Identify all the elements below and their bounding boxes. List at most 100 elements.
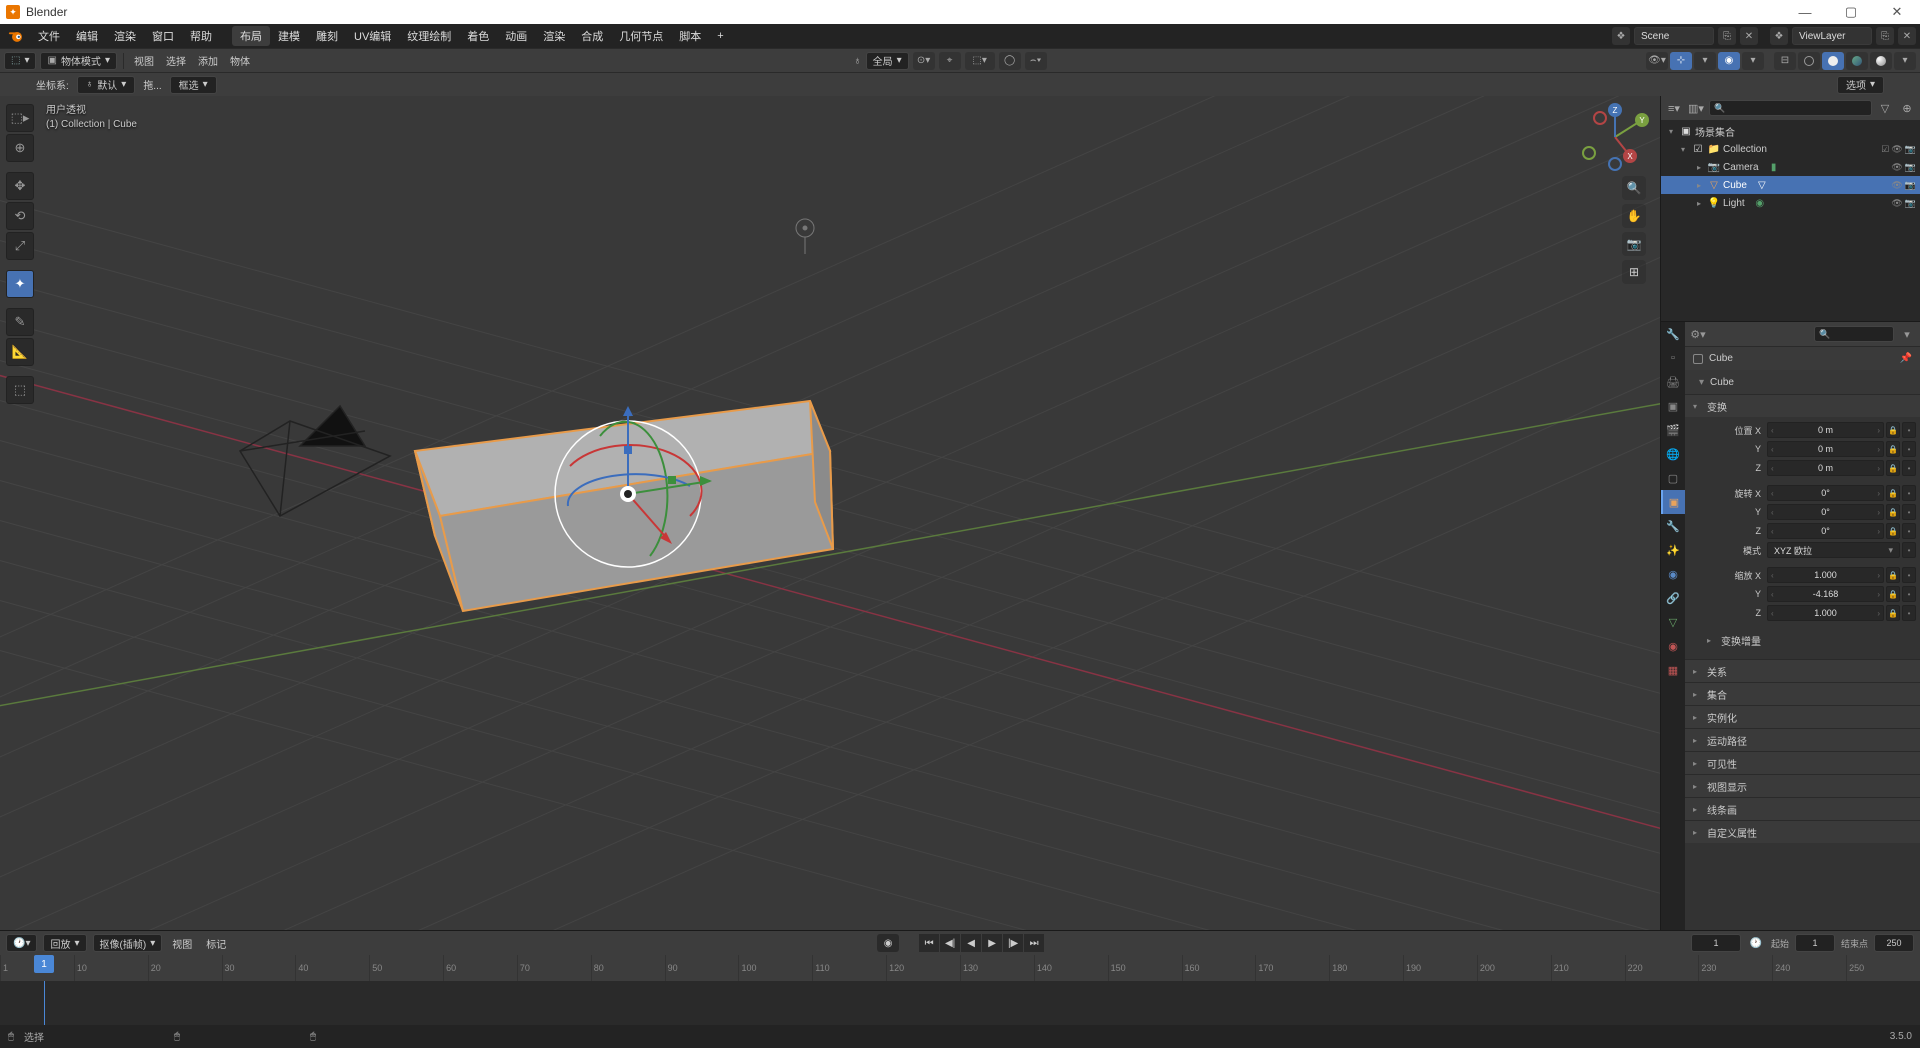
orientation-dropdown[interactable]: 全局 ▾	[866, 52, 909, 70]
keying-dropdown[interactable]: 抠像(插帧) ▾	[93, 934, 163, 952]
workspace-tab-compositing[interactable]: 合成	[573, 26, 611, 46]
current-frame-field[interactable]: 1	[1691, 934, 1741, 952]
tool-add-cube[interactable]: ⬚	[6, 376, 34, 404]
header-menu-add[interactable]: 添加	[194, 53, 222, 68]
jump-start-icon[interactable]: ⏮	[919, 934, 939, 952]
drag-dropdown[interactable]: 框选 ▾	[170, 76, 217, 94]
proptab-viewlayer[interactable]: ▣	[1661, 394, 1685, 418]
datablock-name[interactable]: Cube	[1710, 377, 1734, 388]
tool-transform[interactable]: ✦	[6, 270, 34, 298]
proptab-modifiers[interactable]: 🔧	[1661, 514, 1685, 538]
playback-dropdown[interactable]: 回放 ▾	[43, 934, 86, 952]
workspace-tab-uv[interactable]: UV编辑	[346, 26, 399, 46]
header-menu-object[interactable]: 物体	[226, 53, 254, 68]
panel-transform-header[interactable]: ▾变换	[1685, 395, 1920, 417]
play-icon[interactable]: ▶	[982, 934, 1002, 952]
overlays-toggle[interactable]: ◉	[1718, 52, 1740, 70]
workspace-tab-modeling[interactable]: 建模	[270, 26, 308, 46]
proptab-tool[interactable]: 🔧	[1661, 322, 1685, 346]
workspace-tab-layout[interactable]: 布局	[232, 26, 270, 46]
axis-gizmo[interactable]: Z Y X	[1580, 102, 1650, 172]
proptab-collection[interactable]: ▢	[1661, 466, 1685, 490]
jump-end-icon[interactable]: ⏭	[1024, 934, 1044, 952]
keyframe-dot-icon[interactable]: •	[1902, 422, 1916, 438]
workspace-tab-script[interactable]: 脚本	[671, 26, 709, 46]
snap-toggle[interactable]: ⌖	[939, 52, 961, 70]
panel-lineart[interactable]: ▸线条画	[1685, 798, 1920, 820]
header-menu-view[interactable]: 视图	[130, 53, 158, 68]
keyframe-next-icon[interactable]: |▶	[1003, 934, 1023, 952]
properties-editor-type-icon[interactable]: ⚙▾	[1689, 328, 1707, 341]
3d-viewport[interactable]: ⬚▸ ⊕ ✥ ⟲ ⤢ ✦ ✎ 📐 ⬚ 用户透视 (1) Collection |…	[0, 96, 1660, 930]
timeline-menu-view[interactable]: 视图	[168, 936, 196, 951]
tool-cursor[interactable]: ⊕	[6, 134, 34, 162]
outliner-camera[interactable]: ▸📷Camera▮👁📷	[1661, 158, 1920, 176]
tool-select[interactable]: ⬚▸	[6, 104, 34, 132]
workspace-add-button[interactable]: +	[709, 28, 731, 44]
rotation-z-field[interactable]: 0°	[1767, 523, 1884, 539]
options-button[interactable]: 选项 ▾	[1837, 76, 1884, 94]
scene-name-field[interactable]: Scene	[1634, 27, 1714, 45]
workspace-tab-sculpt[interactable]: 雕刻	[308, 26, 346, 46]
proptab-physics[interactable]: ◉	[1661, 562, 1685, 586]
tool-move[interactable]: ✥	[6, 172, 34, 200]
editor-type-dropdown[interactable]: ⬚▾	[4, 52, 36, 70]
overlays-dropdown[interactable]: ▾	[1742, 52, 1764, 70]
outliner-editor-type-icon[interactable]: ≡▾	[1665, 99, 1683, 117]
workspace-tab-rendering[interactable]: 渲染	[535, 26, 573, 46]
outliner-root[interactable]: ▾▣场景集合	[1661, 122, 1920, 140]
timeline-body[interactable]	[0, 981, 1920, 1025]
keyframe-prev-icon[interactable]: ◀|	[940, 934, 960, 952]
outliner-search[interactable]: 🔍	[1709, 100, 1872, 116]
workspace-tab-geonodes[interactable]: 几何节点	[611, 26, 671, 46]
scene-browse-icon[interactable]: ❖	[1612, 27, 1630, 45]
start-frame-field[interactable]: 1	[1795, 934, 1835, 952]
proptab-output[interactable]: 🖨	[1661, 370, 1685, 394]
proportional-falloff-dropdown[interactable]: ⌢▾	[1025, 52, 1047, 70]
proptab-material[interactable]: ◉	[1661, 634, 1685, 658]
tool-annotate[interactable]: ✎	[6, 308, 34, 336]
scene-new-icon[interactable]: ⎘	[1718, 27, 1736, 45]
proptab-object[interactable]: ▣	[1661, 490, 1685, 514]
shading-material[interactable]	[1846, 52, 1868, 70]
viewlayer-new-icon[interactable]: ⎘	[1876, 27, 1894, 45]
menu-file[interactable]: 文件	[30, 26, 68, 46]
scale-y-field[interactable]: -4.168	[1767, 586, 1884, 602]
scale-z-field[interactable]: 1.000	[1767, 605, 1884, 621]
object-visibility-dropdown[interactable]: 👁▾	[1646, 52, 1668, 70]
menu-edit[interactable]: 编辑	[68, 26, 106, 46]
pin-icon[interactable]: 📌	[1900, 353, 1912, 364]
shading-dropdown[interactable]: ▾	[1894, 52, 1916, 70]
location-y-field[interactable]: 0 m	[1767, 441, 1884, 457]
location-x-field[interactable]: 0 m	[1767, 422, 1884, 438]
panel-delta-transform[interactable]: ▸变换增量	[1689, 629, 1916, 651]
snap-targets-dropdown[interactable]: ⬚▾	[965, 52, 995, 70]
menu-window[interactable]: 窗口	[144, 26, 182, 46]
pan-icon[interactable]: ✋	[1622, 204, 1646, 228]
outliner-cube[interactable]: ▸▽Cube▽👁📷	[1661, 176, 1920, 194]
workspace-tab-texpaint[interactable]: 纹理绘制	[399, 26, 459, 46]
viewlayer-name-field[interactable]: ViewLayer	[1792, 27, 1872, 45]
rotation-mode-dropdown[interactable]: XYZ 欧拉▾	[1767, 542, 1900, 558]
panel-collections[interactable]: ▸集合	[1685, 683, 1920, 705]
proportional-edit-toggle[interactable]: ◯	[999, 52, 1021, 70]
tool-rotate[interactable]: ⟲	[6, 202, 34, 230]
workspace-tab-shading[interactable]: 着色	[459, 26, 497, 46]
proptab-texture[interactable]: ▦	[1661, 658, 1685, 682]
scene-delete-icon[interactable]: ✕	[1740, 27, 1758, 45]
panel-motion-paths[interactable]: ▸运动路径	[1685, 729, 1920, 751]
menu-help[interactable]: 帮助	[182, 26, 220, 46]
shading-solid[interactable]	[1822, 52, 1844, 70]
panel-relations[interactable]: ▸关系	[1685, 660, 1920, 682]
gizmo-dropdown[interactable]: ▾	[1694, 52, 1716, 70]
properties-search[interactable]: 🔍	[1814, 326, 1894, 342]
proptab-world[interactable]: 🌐	[1661, 442, 1685, 466]
minimize-button[interactable]: —	[1782, 0, 1828, 24]
end-frame-field[interactable]: 250	[1874, 934, 1914, 952]
maximize-button[interactable]: ▢	[1828, 0, 1874, 24]
coord-system-dropdown[interactable]: ♁ 默认 ▾	[77, 76, 136, 94]
viewlayer-browse-icon[interactable]: ❖	[1770, 27, 1788, 45]
location-z-field[interactable]: 0 m	[1767, 460, 1884, 476]
perspective-icon[interactable]: ⊞	[1622, 260, 1646, 284]
xray-toggle[interactable]: ⊟	[1774, 52, 1796, 70]
